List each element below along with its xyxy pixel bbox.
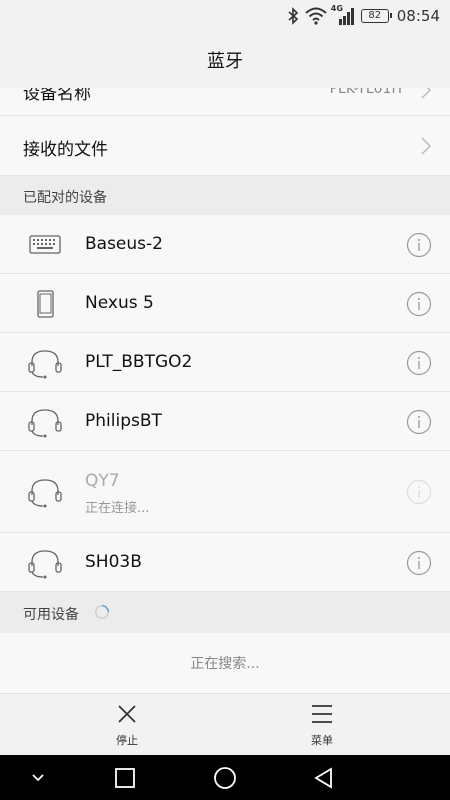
menu-icon — [312, 705, 332, 723]
chevron-right-icon — [421, 137, 432, 155]
battery-level: 82 — [368, 10, 382, 21]
paired-devices-header: 已配对的设备 — [0, 176, 450, 215]
stop-label: 停止 — [116, 734, 138, 747]
info-icon[interactable] — [406, 550, 432, 576]
status-time: 08:54 — [396, 7, 440, 25]
paired-device-row[interactable]: Nexus 5 — [0, 274, 450, 333]
device-name: QY7 — [85, 471, 120, 491]
device-name: Nexus 5 — [85, 293, 154, 313]
bluetooth-icon — [288, 7, 298, 25]
device-name-value: PLK-TL01H — [329, 88, 402, 97]
loading-spinner-icon — [95, 604, 110, 619]
info-icon[interactable] — [406, 232, 432, 258]
device-name: Baseus-2 — [85, 234, 163, 254]
title-bar: 蓝牙 — [0, 32, 450, 88]
info-icon[interactable] — [406, 479, 432, 505]
info-icon[interactable] — [406, 350, 432, 376]
received-files-row[interactable]: 接收的文件 — [0, 116, 450, 176]
paired-device-row[interactable]: Baseus-2 — [0, 215, 450, 274]
device-name: PLT_BBTGO2 — [85, 352, 193, 372]
paired-device-row[interactable]: QY7 正在连接... — [0, 451, 450, 533]
stop-button[interactable]: 停止 — [97, 702, 157, 748]
keyboard-icon — [29, 235, 61, 254]
section-title: 已配对的设备 — [23, 190, 107, 206]
menu-label: 菜单 — [311, 734, 333, 747]
home-circle-icon[interactable] — [212, 765, 238, 791]
headset-icon — [28, 409, 62, 438]
section-title: 可用设备 — [23, 607, 79, 623]
device-name-row[interactable]: 设备名称 PLK-TL01H — [0, 88, 450, 116]
searching-row: 正在搜索... — [0, 633, 450, 693]
device-name: PhilipsBT — [85, 411, 162, 431]
headset-icon — [28, 550, 62, 579]
menu-button[interactable]: 菜单 — [292, 702, 352, 748]
chevron-down-icon[interactable] — [25, 765, 51, 791]
paired-device-row[interactable]: PhilipsBT — [0, 392, 450, 451]
searching-text: 正在搜索... — [190, 656, 260, 672]
info-icon[interactable] — [406, 291, 432, 317]
cellular-signal-icon: 4G — [331, 4, 355, 25]
phone-icon — [37, 290, 54, 318]
recents-square-icon[interactable] — [112, 765, 138, 791]
received-files-label: 接收的文件 — [23, 140, 108, 160]
device-name: SH03B — [85, 552, 142, 572]
info-icon[interactable] — [406, 409, 432, 435]
page-title: 蓝牙 — [207, 51, 243, 72]
chevron-right-icon — [421, 88, 432, 99]
bottom-toolbar: 停止 菜单 — [0, 693, 450, 755]
navigation-bar — [0, 755, 450, 800]
status-bar: 4G 82 08:54 — [0, 0, 450, 32]
available-devices-header: 可用设备 — [0, 592, 450, 633]
headset-icon — [28, 350, 62, 379]
headset-icon — [28, 479, 62, 508]
back-triangle-icon[interactable] — [311, 765, 337, 791]
close-icon — [118, 705, 136, 723]
connection-status: 正在连接... — [85, 501, 150, 516]
paired-device-row[interactable]: PLT_BBTGO2 — [0, 333, 450, 392]
battery-indicator: 82 — [360, 9, 392, 23]
device-name-label: 设备名称 — [23, 88, 91, 104]
wifi-icon — [305, 7, 327, 25]
paired-device-row[interactable]: SH03B — [0, 533, 450, 592]
